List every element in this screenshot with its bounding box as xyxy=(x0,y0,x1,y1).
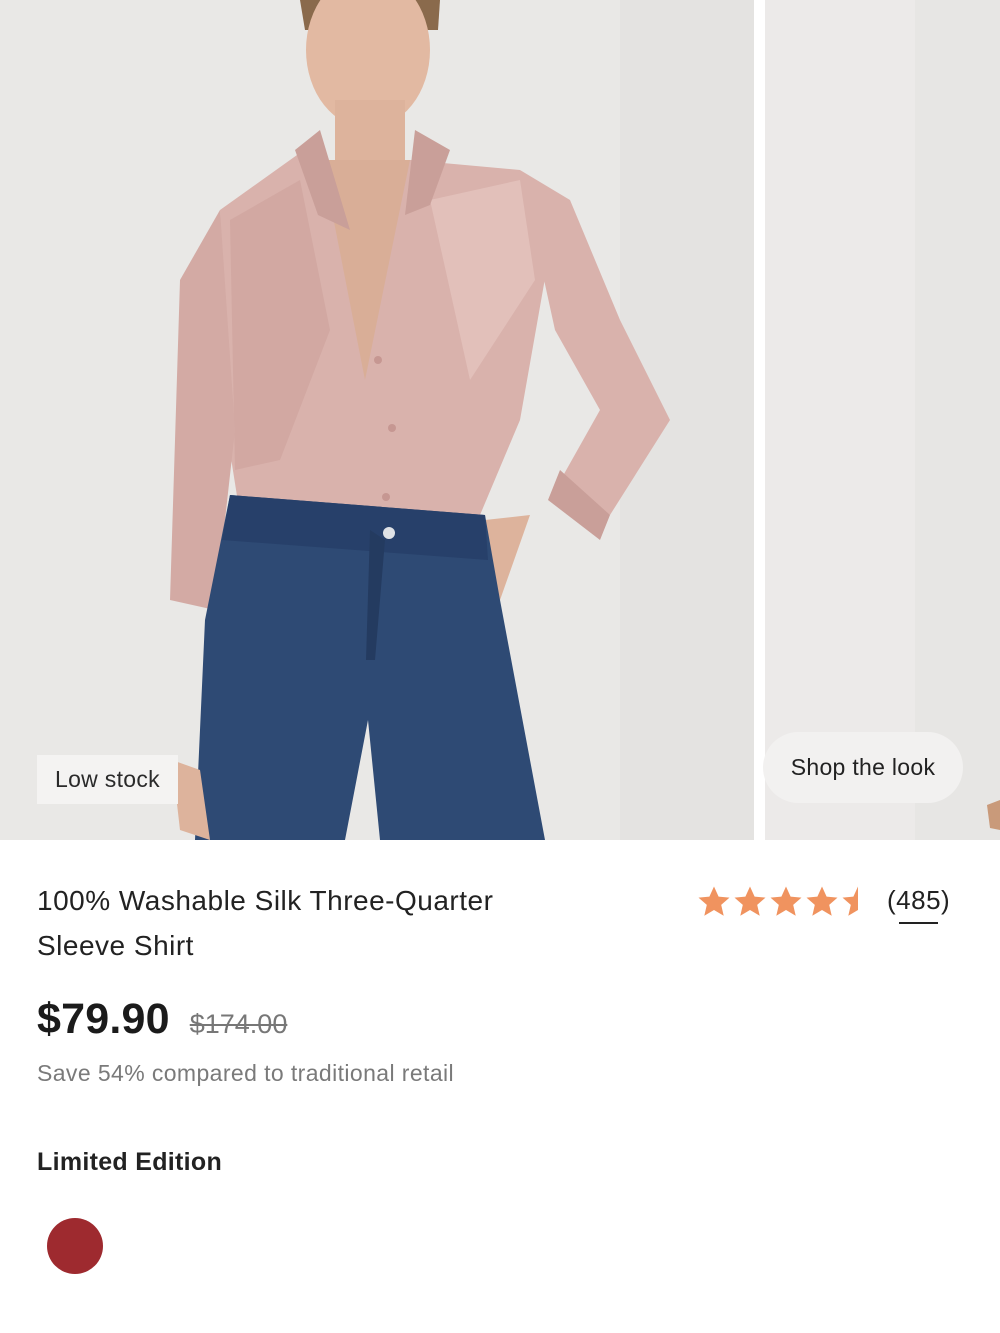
star-icon xyxy=(698,886,730,916)
product-title-line-2: Sleeve Shirt xyxy=(37,930,194,961)
product-photo-main[interactable]: Low stock xyxy=(0,0,754,840)
shop-the-look-label: Shop the look xyxy=(790,754,936,780)
original-price: $174.00 xyxy=(189,1009,288,1039)
star-icon xyxy=(806,886,838,916)
product-title: 100% Washable Silk Three-Quarter Sleeve … xyxy=(37,878,577,968)
product-rating[interactable]: (485) xyxy=(697,880,950,924)
savings-text: Save 54% compared to traditional retail xyxy=(37,1060,455,1086)
review-count-underline xyxy=(899,921,939,924)
review-count-link[interactable]: (485) xyxy=(887,884,951,924)
star-icon xyxy=(842,886,874,916)
model-illustration xyxy=(0,0,754,840)
review-count: (485) xyxy=(887,884,951,915)
secondary-photo-illustration xyxy=(765,0,1000,840)
shop-the-look-button[interactable]: Shop the look xyxy=(763,732,963,803)
color-swatch-burgundy[interactable] xyxy=(47,1218,103,1274)
star-icon xyxy=(770,886,802,916)
current-price: $79.90 xyxy=(37,995,170,1043)
rating-stars xyxy=(697,885,875,919)
product-photo-secondary[interactable] xyxy=(765,0,1000,840)
low-stock-label: Low stock xyxy=(55,766,160,792)
star-icon xyxy=(734,886,766,916)
edition-label: Limited Edition xyxy=(37,1148,223,1176)
price-row: $79.90 $174.00 xyxy=(37,995,287,1044)
product-image-gallery[interactable]: Low stock Shop the look xyxy=(0,0,1000,840)
product-title-line-1: 100% Washable Silk Three-Quarter xyxy=(37,885,494,916)
low-stock-badge: Low stock xyxy=(37,755,178,804)
